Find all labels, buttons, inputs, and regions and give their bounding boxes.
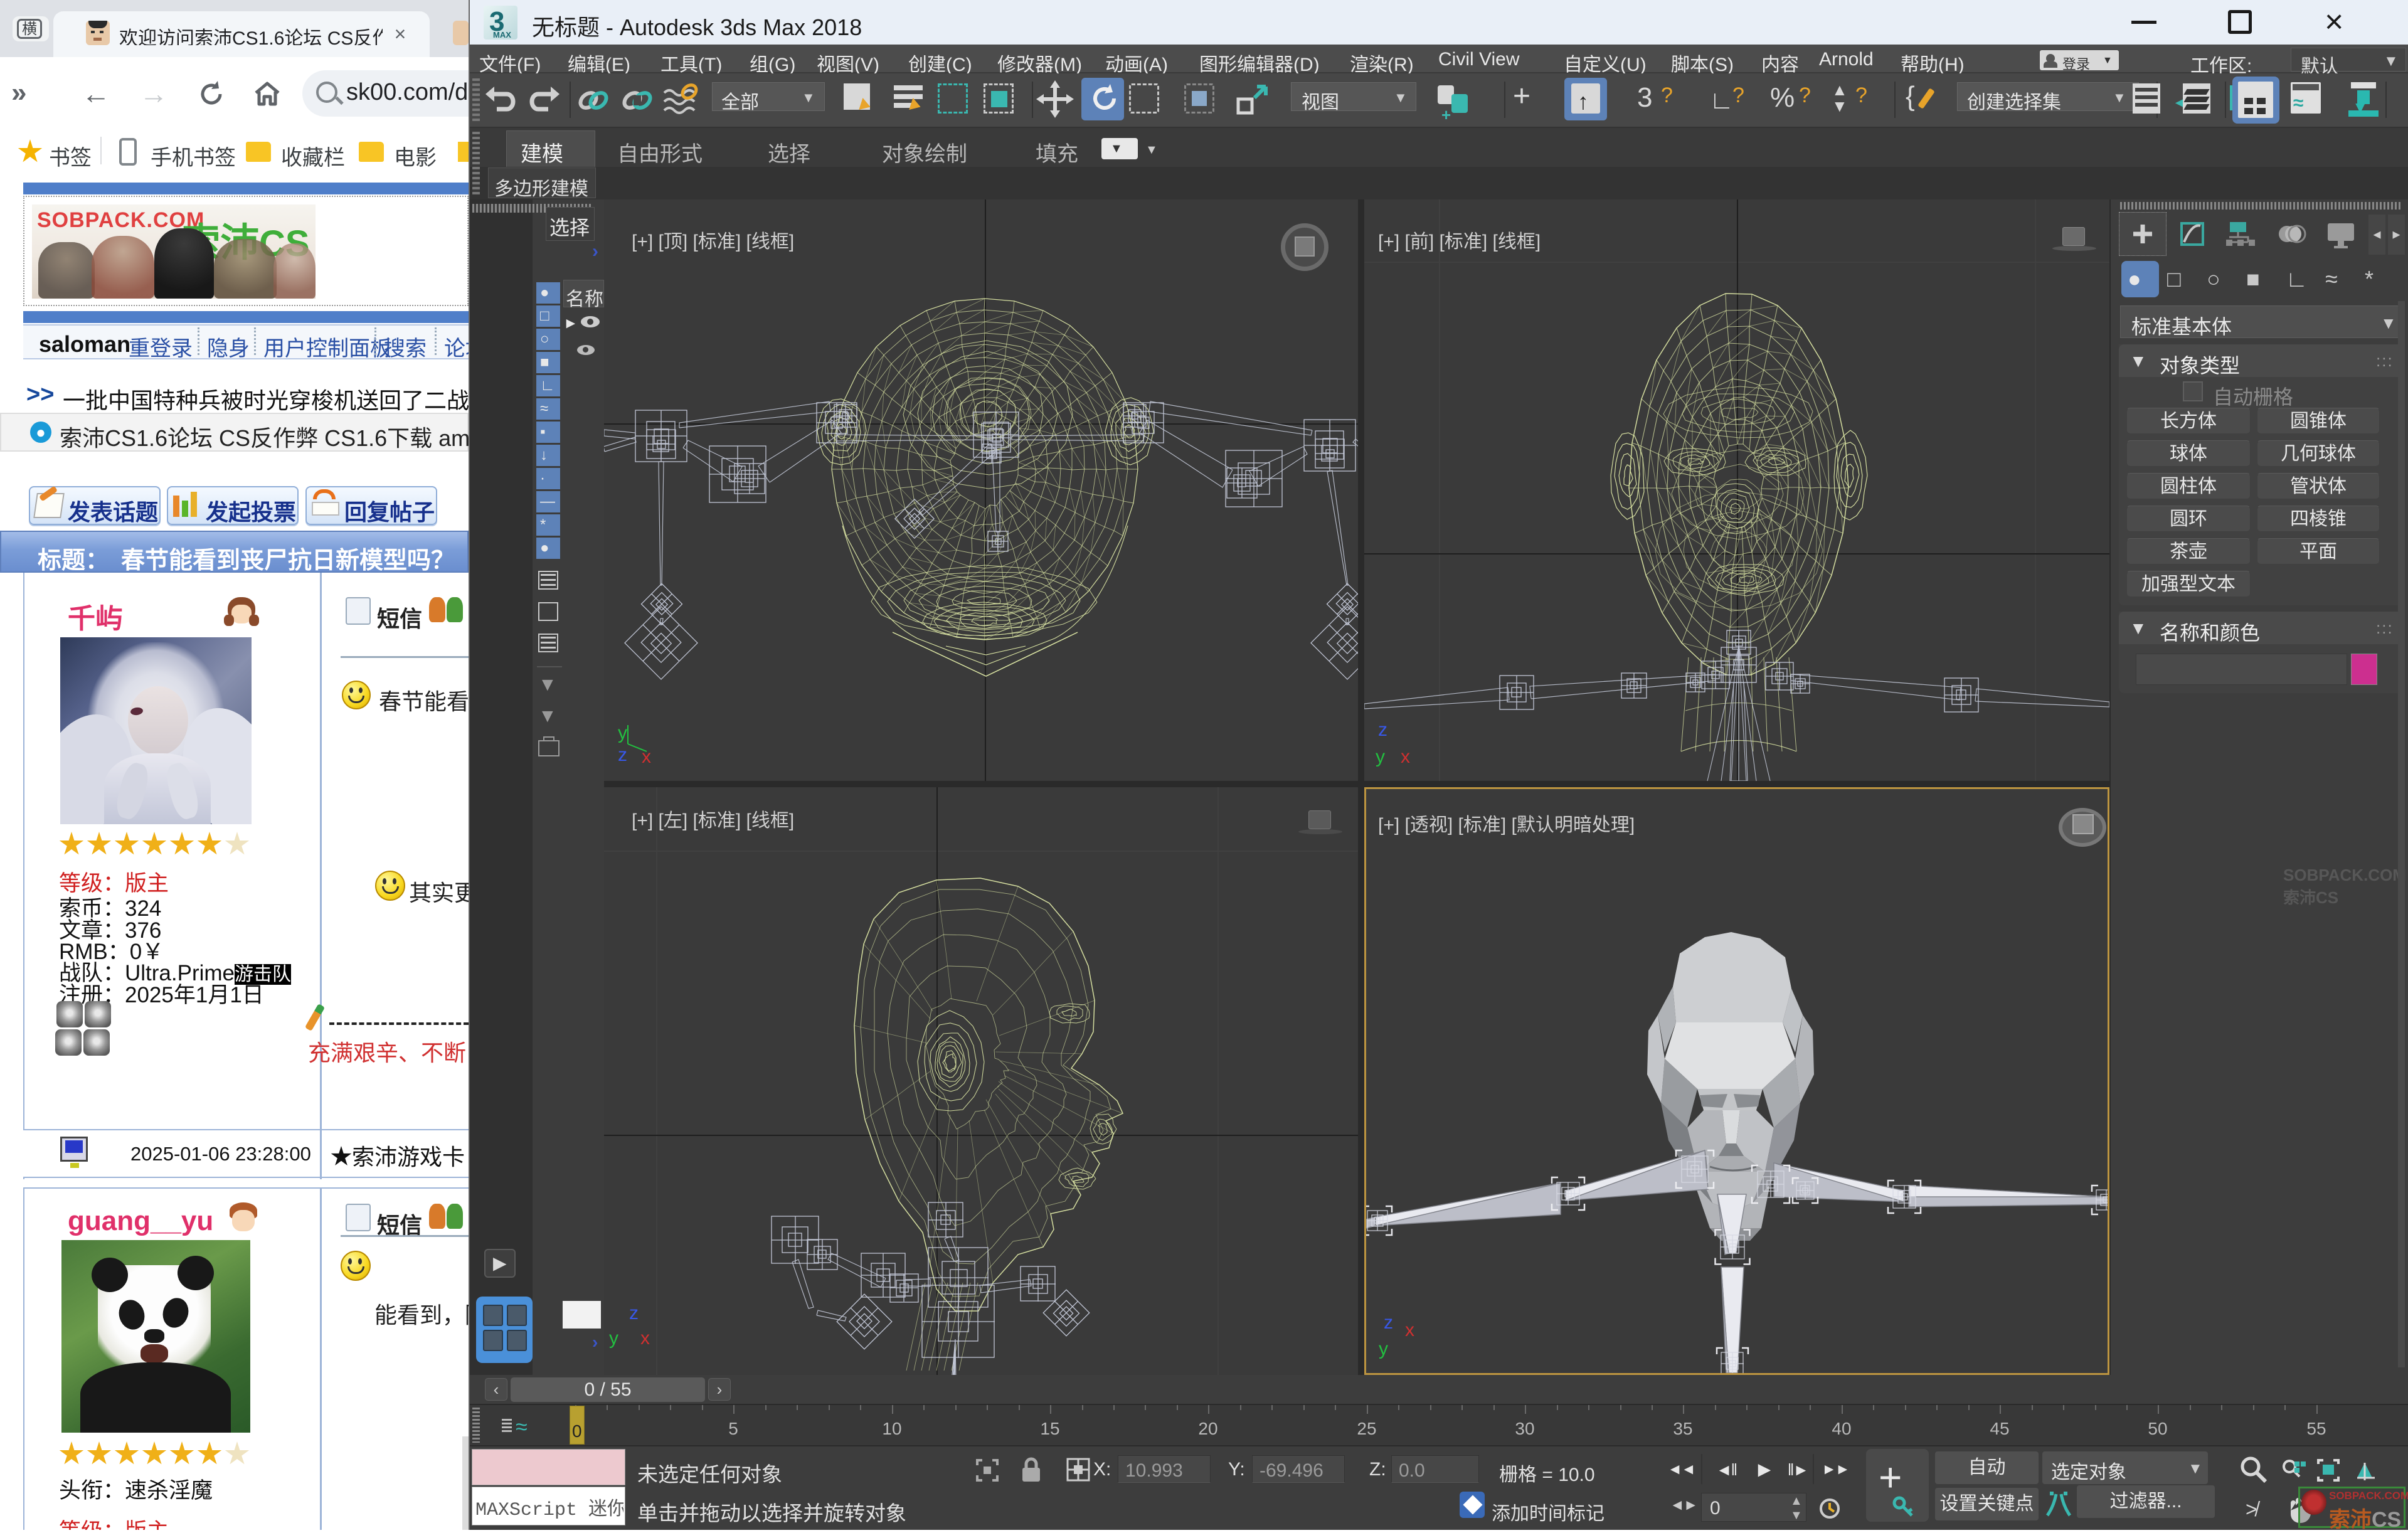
svg-text:y: y xyxy=(1376,746,1385,767)
svg-text:x: x xyxy=(1401,746,1410,767)
svg-text:z: z xyxy=(1384,1312,1393,1333)
svg-text:z: z xyxy=(618,745,627,765)
svg-text:y: y xyxy=(1379,1339,1388,1359)
svg-text:y: y xyxy=(618,723,627,743)
svg-text:y: y xyxy=(609,1328,618,1349)
svg-text:z: z xyxy=(1378,719,1387,740)
svg-text:x: x xyxy=(1405,1320,1414,1340)
svg-text:z: z xyxy=(629,1303,639,1323)
svg-text:x: x xyxy=(640,1328,650,1349)
